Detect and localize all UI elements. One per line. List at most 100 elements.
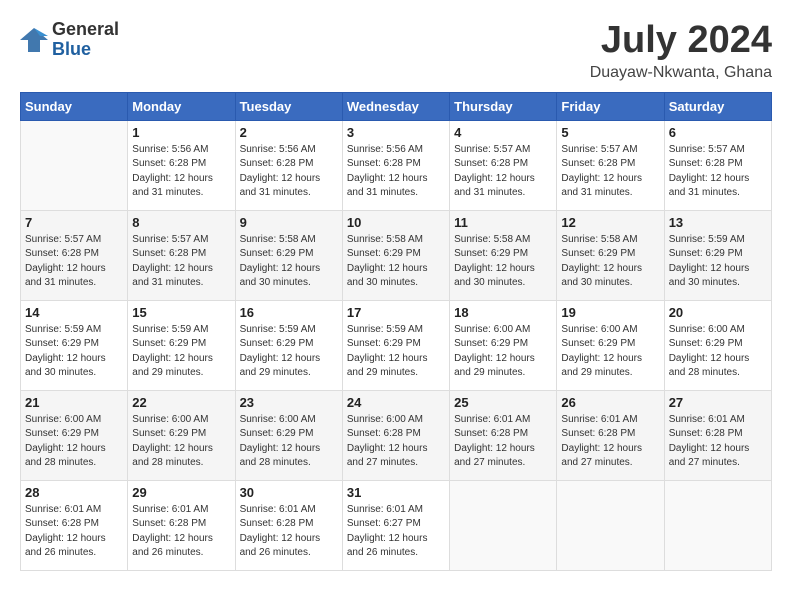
calendar-week-row: 28 Sunrise: 6:01 AM Sunset: 6:28 PM Dayli… [21,480,772,570]
day-number: 23 [240,395,338,410]
calendar-cell: 25Sunrise: 6:01 AM Sunset: 6:28 PM Dayli… [450,390,557,480]
day-number: 24 [347,395,445,410]
col-header-friday: Friday [557,92,664,120]
col-header-monday: Monday [128,92,235,120]
col-header-thursday: Thursday [450,92,557,120]
day-info: Sunrise: 5:56 AM Sunset: 6:28 PM Dayligh… [347,143,445,201]
day-number: 20 [669,305,767,320]
day-number: 3 [347,125,445,140]
calendar-cell: 15Sunrise: 5:59 AM Sunset: 6:29 PM Dayli… [128,300,235,390]
calendar-cell: 8 Sunrise: 5:57 AM Sunset: 6:28 PM Daylig… [128,210,235,300]
logo-text-blue: Blue [52,40,119,60]
day-info: Sunrise: 6:00 AM Sunset: 6:28 PM Dayligh… [347,413,445,471]
calendar-cell: 1 Sunrise: 5:56 AM Sunset: 6:28 PM Daylig… [128,120,235,210]
day-info: Sunrise: 5:57 AM Sunset: 6:28 PM Dayligh… [132,233,230,291]
day-info: Sunrise: 6:00 AM Sunset: 6:29 PM Dayligh… [25,413,123,471]
calendar-cell: 9 Sunrise: 5:58 AM Sunset: 6:29 PM Daylig… [235,210,342,300]
day-number: 19 [561,305,659,320]
day-number: 16 [240,305,338,320]
location-subtitle: Duayaw-Nkwanta, Ghana [590,64,772,82]
calendar-week-row: 21 Sunrise: 6:00 AM Sunset: 6:29 PM Dayli… [21,390,772,480]
day-info: Sunrise: 5:57 AM Sunset: 6:28 PM Dayligh… [454,143,552,201]
calendar-week-row: 7Sunrise: 5:57 AM Sunset: 6:28 PM Daylig… [21,210,772,300]
day-number: 29 [132,485,230,500]
day-number: 11 [454,215,552,230]
day-info: Sunrise: 6:00 AM Sunset: 6:29 PM Dayligh… [132,413,230,471]
calendar-cell: 17 Sunrise: 5:59 AM Sunset: 6:29 PM Dayli… [342,300,449,390]
calendar-cell: 20Sunrise: 6:00 AM Sunset: 6:29 PM Dayli… [664,300,771,390]
day-number: 12 [561,215,659,230]
calendar-cell [664,480,771,570]
calendar-cell: 12Sunrise: 5:58 AM Sunset: 6:29 PM Dayli… [557,210,664,300]
calendar-cell: 11 Sunrise: 5:58 AM Sunset: 6:29 PM Dayli… [450,210,557,300]
col-header-saturday: Saturday [664,92,771,120]
day-number: 10 [347,215,445,230]
calendar-cell: 10Sunrise: 5:58 AM Sunset: 6:29 PM Dayli… [342,210,449,300]
day-info: Sunrise: 5:59 AM Sunset: 6:29 PM Dayligh… [347,323,445,381]
day-info: Sunrise: 6:00 AM Sunset: 6:29 PM Dayligh… [454,323,552,381]
day-info: Sunrise: 6:01 AM Sunset: 6:27 PM Dayligh… [347,503,445,561]
day-info: Sunrise: 5:58 AM Sunset: 6:29 PM Dayligh… [454,233,552,291]
day-number: 17 [347,305,445,320]
calendar-cell: 5Sunrise: 5:57 AM Sunset: 6:28 PM Daylig… [557,120,664,210]
calendar-cell: 24 Sunrise: 6:00 AM Sunset: 6:28 PM Dayli… [342,390,449,480]
page-header: General Blue July 2024 Duayaw-Nkwanta, G… [20,20,772,82]
day-number: 6 [669,125,767,140]
day-number: 8 [132,215,230,230]
day-number: 13 [669,215,767,230]
day-number: 26 [561,395,659,410]
calendar-cell: 2Sunrise: 5:56 AM Sunset: 6:28 PM Daylig… [235,120,342,210]
calendar-cell: 3 Sunrise: 5:56 AM Sunset: 6:28 PM Daylig… [342,120,449,210]
calendar-cell: 7Sunrise: 5:57 AM Sunset: 6:28 PM Daylig… [21,210,128,300]
calendar-cell [21,120,128,210]
day-info: Sunrise: 5:59 AM Sunset: 6:29 PM Dayligh… [25,323,123,381]
calendar-cell: 19 Sunrise: 6:00 AM Sunset: 6:29 PM Dayli… [557,300,664,390]
calendar-header-row: SundayMondayTuesdayWednesdayThursdayFrid… [21,92,772,120]
day-info: Sunrise: 6:01 AM Sunset: 6:28 PM Dayligh… [25,503,123,561]
calendar-cell: 6 Sunrise: 5:57 AM Sunset: 6:28 PM Daylig… [664,120,771,210]
day-number: 28 [25,485,123,500]
day-info: Sunrise: 5:56 AM Sunset: 6:28 PM Dayligh… [132,143,230,201]
calendar-cell: 23 Sunrise: 6:00 AM Sunset: 6:29 PM Dayli… [235,390,342,480]
day-number: 1 [132,125,230,140]
calendar-cell: 27 Sunrise: 6:01 AM Sunset: 6:28 PM Dayli… [664,390,771,480]
calendar-cell: 29 Sunrise: 6:01 AM Sunset: 6:28 PM Dayli… [128,480,235,570]
calendar-cell: 14Sunrise: 5:59 AM Sunset: 6:29 PM Dayli… [21,300,128,390]
calendar-cell: 4 Sunrise: 5:57 AM Sunset: 6:28 PM Daylig… [450,120,557,210]
calendar-cell: 28 Sunrise: 6:01 AM Sunset: 6:28 PM Dayli… [21,480,128,570]
day-number: 18 [454,305,552,320]
day-info: Sunrise: 6:01 AM Sunset: 6:28 PM Dayligh… [132,503,230,561]
calendar-cell [557,480,664,570]
day-number: 30 [240,485,338,500]
calendar-table: SundayMondayTuesdayWednesdayThursdayFrid… [20,92,772,571]
day-info: Sunrise: 5:59 AM Sunset: 6:29 PM Dayligh… [132,323,230,381]
day-info: Sunrise: 5:57 AM Sunset: 6:28 PM Dayligh… [669,143,767,201]
day-info: Sunrise: 6:00 AM Sunset: 6:29 PM Dayligh… [561,323,659,381]
day-info: Sunrise: 5:59 AM Sunset: 6:29 PM Dayligh… [669,233,767,291]
day-info: Sunrise: 5:59 AM Sunset: 6:29 PM Dayligh… [240,323,338,381]
calendar-week-row: 14Sunrise: 5:59 AM Sunset: 6:29 PM Dayli… [21,300,772,390]
col-header-tuesday: Tuesday [235,92,342,120]
day-info: Sunrise: 5:57 AM Sunset: 6:28 PM Dayligh… [561,143,659,201]
day-number: 22 [132,395,230,410]
calendar-week-row: 1 Sunrise: 5:56 AM Sunset: 6:28 PM Daylig… [21,120,772,210]
day-info: Sunrise: 5:58 AM Sunset: 6:29 PM Dayligh… [240,233,338,291]
logo: General Blue [20,20,119,60]
day-number: 4 [454,125,552,140]
col-header-sunday: Sunday [21,92,128,120]
day-number: 27 [669,395,767,410]
day-number: 25 [454,395,552,410]
logo-text-general: General [52,20,119,40]
calendar-cell: 26Sunrise: 6:01 AM Sunset: 6:28 PM Dayli… [557,390,664,480]
day-number: 9 [240,215,338,230]
day-info: Sunrise: 5:57 AM Sunset: 6:28 PM Dayligh… [25,233,123,291]
calendar-cell [450,480,557,570]
calendar-cell: 18 Sunrise: 6:00 AM Sunset: 6:29 PM Dayli… [450,300,557,390]
day-info: Sunrise: 6:00 AM Sunset: 6:29 PM Dayligh… [240,413,338,471]
day-number: 21 [25,395,123,410]
calendar-cell: 30 Sunrise: 6:01 AM Sunset: 6:28 PM Dayli… [235,480,342,570]
calendar-cell: 31Sunrise: 6:01 AM Sunset: 6:27 PM Dayli… [342,480,449,570]
day-info: Sunrise: 5:56 AM Sunset: 6:28 PM Dayligh… [240,143,338,201]
day-info: Sunrise: 6:01 AM Sunset: 6:28 PM Dayligh… [240,503,338,561]
day-info: Sunrise: 6:01 AM Sunset: 6:28 PM Dayligh… [669,413,767,471]
